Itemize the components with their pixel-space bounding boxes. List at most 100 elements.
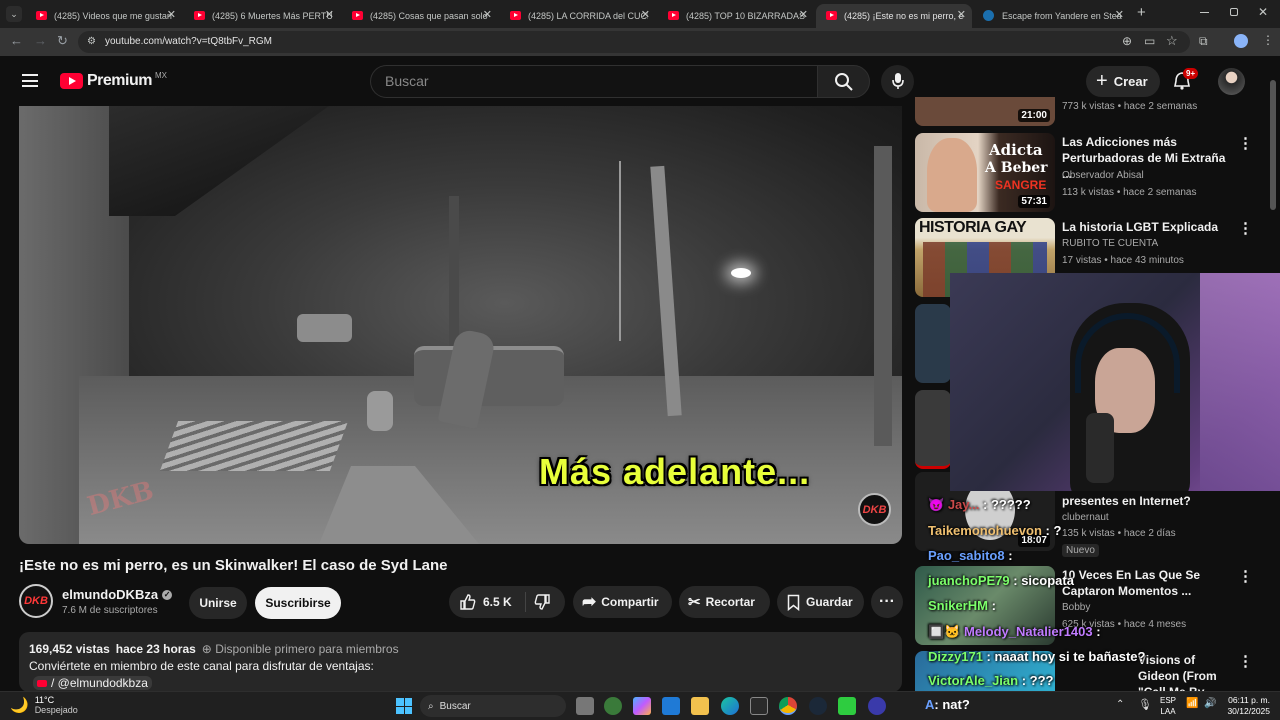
recommendation-channel[interactable]: Bobby xyxy=(1062,602,1090,613)
bookmark-star-icon[interactable]: ☆ xyxy=(1166,33,1178,49)
close-icon[interactable]: ✕ xyxy=(325,8,334,21)
more-options-icon[interactable]: ⋮ xyxy=(1238,652,1253,670)
tray-chevron-icon[interactable]: ⌃ xyxy=(1116,699,1124,710)
close-icon[interactable]: ✕ xyxy=(641,8,650,21)
recommendation-thumbnail[interactable] xyxy=(915,390,951,469)
search-box[interactable] xyxy=(370,65,817,98)
upload-age: hace 23 horas xyxy=(115,642,196,656)
edge-icon[interactable] xyxy=(721,697,739,715)
extensions-icon[interactable]: ⧉ xyxy=(1199,34,1208,49)
app-icon[interactable] xyxy=(604,697,622,715)
moon-icon: 🌙 xyxy=(10,697,29,714)
language-indicator[interactable]: ESP LAA xyxy=(1160,695,1176,717)
search-input[interactable] xyxy=(385,73,785,89)
browser-tab[interactable]: (4285) Cosas que pasan solo e ✕ xyxy=(342,4,498,28)
app-icon[interactable] xyxy=(868,697,886,715)
minimize-icon[interactable] xyxy=(1200,12,1209,13)
hamburger-menu-icon[interactable] xyxy=(22,74,38,87)
mic-tray-icon[interactable]: 🎙 xyxy=(1138,698,1152,711)
avatar[interactable] xyxy=(1218,68,1245,95)
page-scrollbar[interactable] xyxy=(1270,80,1276,210)
duration-badge: 57:31 xyxy=(1018,195,1050,208)
browser-tab[interactable]: (4285) 6 Muertes Más PERTURB✕ xyxy=(184,4,340,28)
dislike-button[interactable] xyxy=(533,593,551,614)
video-player[interactable]: DKB DKB Más adelante... xyxy=(19,106,902,544)
profile-icon[interactable] xyxy=(1234,34,1248,48)
tab-search-button[interactable]: ⌄ xyxy=(6,6,22,22)
recommendation-channel[interactable]: clubernaut xyxy=(1062,512,1109,523)
task-view-icon[interactable] xyxy=(576,697,594,715)
search-icon xyxy=(835,73,853,91)
zoom-icon[interactable]: ⊕ xyxy=(1122,34,1132,48)
steam-icon[interactable] xyxy=(809,697,827,715)
browser-tab[interactable]: (4285) Videos que me gustan - ✕ xyxy=(26,4,182,28)
close-icon[interactable]: ✕ xyxy=(799,8,808,21)
browser-tab-active[interactable]: (4285) ¡Este no es mi perro, es ✕ xyxy=(816,4,972,28)
like-button[interactable]: 6.5 K xyxy=(449,586,524,618)
cast-icon[interactable]: ▭ xyxy=(1144,34,1155,48)
channel-name[interactable]: elmundoDKBza ✓ xyxy=(62,587,173,602)
close-icon[interactable]: ✕ xyxy=(957,8,966,21)
recommendation-title[interactable]: presentes en Internet? xyxy=(1062,493,1232,509)
weather-widget[interactable]: 🌙 11°C Despejado xyxy=(10,695,78,715)
file-explorer-icon[interactable] xyxy=(691,697,709,715)
wifi-icon[interactable]: 📶 xyxy=(1186,698,1198,709)
create-button[interactable]: + Crear xyxy=(1086,66,1160,97)
more-options-icon[interactable]: ⋮ xyxy=(1238,567,1253,585)
taskbar-search[interactable]: ⌕ Buscar xyxy=(420,695,566,717)
window-close-icon[interactable]: ✕ xyxy=(1258,5,1268,19)
site-info-icon[interactable]: ⚙ xyxy=(87,36,96,47)
notifications-button[interactable]: 9+ xyxy=(1172,68,1199,93)
join-button[interactable]: Unirse xyxy=(189,587,247,619)
address-bar[interactable]: ⚙ youtube.com/watch?v=tQ8tbFv_RGM ⊕ ▭ ☆ xyxy=(78,31,1190,53)
new-tab-button[interactable]: + xyxy=(1137,4,1146,21)
recommendation-channel[interactable]: RUBITO TE CUENTA xyxy=(1062,238,1158,249)
clock[interactable]: 06:11 p. m. 30/12/2025 xyxy=(1226,695,1270,717)
youtube-logo[interactable]: Premium MX xyxy=(60,71,167,90)
browser-menu-icon[interactable]: ⋮ xyxy=(1262,33,1274,47)
chrome-icon[interactable] xyxy=(779,697,797,715)
youtube-favicon-icon xyxy=(352,11,363,20)
browser-tab[interactable]: Escape from Yandere en Steam ✕ xyxy=(974,4,1130,28)
close-icon[interactable]: ✕ xyxy=(483,8,492,21)
subscribe-button[interactable]: Suscribirse xyxy=(255,587,341,619)
app-icon[interactable] xyxy=(750,697,768,715)
video-scene-dog xyxy=(367,391,393,431)
voice-search-button[interactable] xyxy=(881,65,914,98)
more-options-icon[interactable]: ⋮ xyxy=(1238,134,1253,152)
url-text[interactable]: youtube.com/watch?v=tQ8tbFv_RGM xyxy=(105,36,272,47)
browser-tab[interactable]: (4285) TOP 10 BIZARRADAS DE✕ xyxy=(658,4,814,28)
channel-avatar[interactable]: DKB xyxy=(19,584,53,618)
back-icon[interactable]: ← xyxy=(10,34,23,48)
channel-watermark-icon[interactable]: DKB xyxy=(858,493,891,526)
app-icon[interactable] xyxy=(838,697,856,715)
recommendation-thumbnail[interactable]: Adicta A Beber SANGRE 57:31 xyxy=(915,133,1055,212)
close-icon[interactable]: ✕ xyxy=(1115,8,1124,21)
search-button[interactable] xyxy=(817,65,870,98)
clip-button[interactable]: ✂ Recortar xyxy=(679,586,770,618)
close-icon[interactable]: ✕ xyxy=(167,8,176,21)
chat-message: juanchoPE79 : sicopata xyxy=(928,573,1074,588)
reload-icon[interactable]: ↻ xyxy=(57,34,68,48)
chat-username: juanchoPE79 xyxy=(928,573,1010,588)
browser-tab[interactable]: (4285) LA CORRIDA del CUCHA ✕ xyxy=(500,4,656,28)
share-button[interactable]: ➦ Compartir xyxy=(573,586,672,618)
recommendation-title[interactable]: La historia LGBT Explicada xyxy=(1062,219,1232,235)
more-actions-button[interactable]: ··· xyxy=(871,586,903,618)
more-options-icon[interactable]: ⋮ xyxy=(1238,219,1253,237)
restore-icon[interactable] xyxy=(1230,8,1238,16)
description-box[interactable]: 169,452 vistas hace 23 horas ⊕ Disponibl… xyxy=(19,632,902,692)
forward-icon[interactable]: → xyxy=(34,34,47,48)
store-icon[interactable] xyxy=(662,697,680,715)
chat-username: Taikemonohuevon xyxy=(928,523,1042,538)
volume-icon[interactable]: 🔊 xyxy=(1204,698,1216,709)
start-button[interactable] xyxy=(396,698,412,714)
recommendation-channel[interactable]: Observador Abisal xyxy=(1062,170,1144,181)
save-button[interactable]: Guardar xyxy=(777,586,864,618)
chat-username: SnikerHM xyxy=(928,598,988,613)
recommendation-thumbnail[interactable]: 21:00 xyxy=(915,97,1055,126)
recommendation-title[interactable]: 10 Veces En Las Que Se Captaron Momentos… xyxy=(1062,567,1232,599)
copilot-icon[interactable] xyxy=(633,697,651,715)
description-link[interactable]: / @elmundodkbza xyxy=(33,676,152,690)
recommendation-thumbnail[interactable] xyxy=(915,304,951,383)
